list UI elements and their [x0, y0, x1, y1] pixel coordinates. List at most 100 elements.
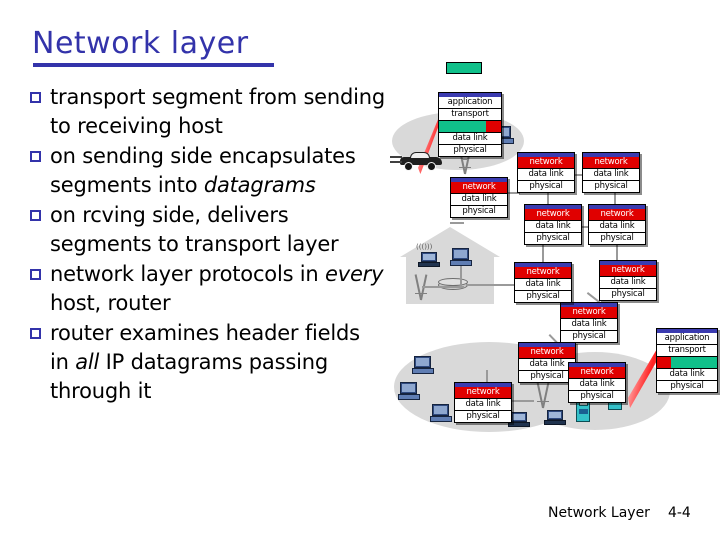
- stack-router-f: network data link physical: [514, 262, 572, 303]
- page-title: Network layer: [32, 26, 249, 61]
- laptop-keyboard: [418, 262, 440, 267]
- car-cabin: [410, 152, 430, 159]
- wifi-waves-icon: ((())): [416, 243, 433, 251]
- datagram-header-bar: [486, 121, 501, 132]
- layer-segment-bar: [439, 121, 501, 133]
- laptop-screen: [549, 412, 561, 418]
- stack-router-g: network data link physical: [599, 260, 657, 301]
- layer-data-link: data link: [515, 279, 571, 291]
- bullet-text-network-layer-protocols: network layer protocols in every host, r…: [50, 262, 384, 315]
- layer-transport: transport: [439, 109, 501, 121]
- stack-link: [512, 400, 534, 402]
- layer-network: network: [455, 387, 511, 399]
- layer-application: application: [657, 333, 717, 345]
- layer-physical: physical: [525, 233, 581, 244]
- layer-data-link: data link: [519, 359, 575, 371]
- bullet-square-icon: [30, 269, 41, 280]
- layer-data-link: data link: [561, 319, 617, 331]
- stack-router-c: network data link physical: [582, 152, 640, 193]
- list-item: network layer protocols in every host, r…: [30, 260, 385, 318]
- layer-physical: physical: [455, 411, 511, 422]
- monitor-base: [412, 368, 434, 374]
- screen: [402, 384, 415, 392]
- bullet-text-sending-side: on sending side encapsulates segments in…: [50, 144, 356, 197]
- screen: [434, 406, 447, 414]
- bullet-text-transport-segment: transport segment from sending to receiv…: [50, 85, 386, 138]
- title-underline: [33, 63, 274, 67]
- layer-physical: physical: [439, 145, 501, 156]
- layer-segment-bar: [657, 357, 717, 369]
- slide-canvas: Network layer transport segment from sen…: [0, 0, 720, 540]
- layer-physical: physical: [569, 391, 625, 402]
- screen: [416, 358, 429, 366]
- desktop-icon: [398, 382, 420, 401]
- slide-footer: Network Layer 4-4: [548, 505, 691, 521]
- layer-application: application: [439, 97, 501, 109]
- list-item: router examines header fields in all IP …: [30, 319, 385, 406]
- footer-page-number: 4-4: [667, 505, 691, 521]
- layer-physical: physical: [519, 371, 575, 382]
- stack-link: [450, 222, 464, 224]
- layer-physical: physical: [583, 181, 639, 192]
- list-item: on rcving side, delivers segments to tra…: [30, 201, 385, 259]
- layer-network: network: [515, 267, 571, 279]
- desktop-icon: [412, 356, 434, 375]
- layer-data-link: data link: [569, 379, 625, 391]
- laptop-screen: [423, 254, 435, 260]
- layer-physical: physical: [518, 181, 574, 192]
- layer-network: network: [518, 157, 574, 169]
- datagram-payload-bar: [439, 121, 487, 132]
- layer-transport: transport: [657, 345, 717, 357]
- antenna-crossbar: [415, 292, 427, 294]
- layer-network: network: [569, 367, 625, 379]
- list-item: on sending side encapsulates segments in…: [30, 142, 385, 200]
- screen: [454, 250, 467, 258]
- antenna-crossbar: [537, 400, 549, 402]
- bullet-square-icon: [30, 92, 41, 103]
- monitor-base: [430, 416, 452, 422]
- tower-crossbar: [461, 158, 469, 160]
- network-layer-diagram: ((())) application transport data link p…: [390, 52, 720, 492]
- laptop-icon: [418, 252, 440, 268]
- layer-data-link: data link: [451, 194, 507, 206]
- layer-physical: physical: [451, 206, 507, 217]
- layer-data-link: data link: [525, 221, 581, 233]
- road-marking: [390, 161, 402, 163]
- layer-physical: physical: [657, 381, 717, 392]
- server-panel: [579, 409, 588, 414]
- bullet-square-icon: [30, 151, 41, 162]
- stack-router-b: network data link physical: [517, 152, 575, 193]
- layer-network: network: [561, 307, 617, 319]
- antenna-leg: [542, 382, 549, 409]
- layer-data-link: data link: [600, 277, 656, 289]
- car-wheel: [427, 162, 436, 171]
- layer-network: network: [525, 209, 581, 221]
- laptop-screen: [513, 414, 525, 420]
- bullet-square-icon: [30, 328, 41, 339]
- layer-network: network: [583, 157, 639, 169]
- layer-physical: physical: [589, 233, 645, 244]
- bullet-square-icon: [30, 210, 41, 221]
- house-wan-link: [466, 284, 518, 286]
- datagram-header-bar: [657, 357, 672, 368]
- layer-network: network: [519, 347, 575, 359]
- layer-data-link: data link: [455, 399, 511, 411]
- stack-router-j: network data link physical: [454, 382, 512, 423]
- layer-physical: physical: [515, 291, 571, 302]
- house-antenna-icon: [410, 270, 432, 301]
- layer-data-link: data link: [583, 169, 639, 181]
- bullet-list: transport segment from sending to receiv…: [30, 83, 385, 407]
- layer-network: network: [589, 209, 645, 221]
- car-wheel: [404, 162, 413, 171]
- layer-data-link: data link: [589, 221, 645, 233]
- car-icon: [400, 152, 442, 171]
- footer-chapter-label: Network Layer: [548, 505, 650, 521]
- road-marking: [390, 156, 402, 158]
- router-top: [438, 278, 468, 286]
- stack-host-bottom-receiver: application transport data link physical: [656, 328, 718, 393]
- desktop-icon: [430, 404, 452, 423]
- stack-router-h: network data link physical: [560, 302, 618, 343]
- bullet-text-rcving-side: on rcving side, delivers segments to tra…: [50, 203, 339, 256]
- stack-router-e: network data link physical: [588, 204, 646, 245]
- monitor-base: [398, 394, 420, 400]
